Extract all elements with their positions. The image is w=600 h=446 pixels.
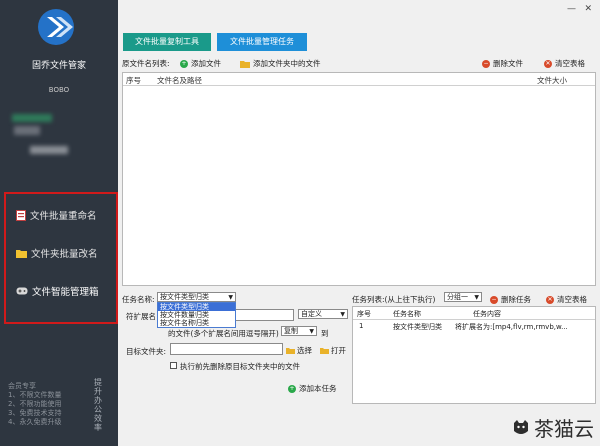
ext-note: 的文件(多个扩展名间用逗号隔开) [168,329,279,338]
blurred-info [12,114,52,122]
user-name: BOBO [48,86,70,94]
clear-icon: ✕ [544,59,552,68]
app-logo-icon [38,9,74,45]
to-text: 到 [321,329,329,338]
nav-item-label: 文件智能管理箱 [32,287,99,298]
add-folder-files-button[interactable]: 添加文件夹中的文件 [240,58,321,69]
task-row-content[interactable]: 将扩展名为:[mp4,flv,rm,rmvb,w... [455,322,568,332]
custom-select-value: 自定义 [301,310,322,318]
task-row-no[interactable]: 1 [359,322,363,330]
delete-file-button[interactable]: − 删除文件 [482,58,523,69]
delete-task-button[interactable]: − 删除任务 [490,294,531,305]
add-task-button[interactable]: + 添加本任务 [288,383,337,394]
column-header: 任务名称 [393,310,421,318]
promo-vertical-text: 提升办公效率 [94,378,102,432]
clear-table-button[interactable]: ✕ 清空表格 [544,58,585,69]
clear-target-checkbox[interactable] [170,362,177,369]
file-list-table[interactable]: 序号 文件名及路径 文件大小 [122,72,596,286]
dropdown-option[interactable]: 按文件类型归类 [158,303,235,311]
tab-batch-task[interactable]: 文件批量管理任务 [217,33,307,51]
app-name: 固乔文件管家 [31,61,86,71]
copy-select-value: 复制 [284,327,298,335]
delete-icon: − [490,295,498,304]
watermark: 茶猫云 [512,413,594,442]
choose-label: 选择 [297,346,312,355]
group-select-value: 分组一 [447,293,468,301]
copy-select[interactable]: 复制 ▼ [281,326,317,336]
folder-search-icon [286,348,295,354]
chevron-down-icon: ▼ [340,311,345,318]
task-row-name[interactable]: 按文件类型归类 [393,322,442,332]
close-button[interactable]: ✕ [584,4,592,14]
target-folder-label: 目标文件夹: [126,347,167,356]
delete-file-label: 删除文件 [493,59,523,68]
column-header: 任务内容 [473,310,501,318]
task-name-label: 任务名称: [122,295,155,304]
promo-line: 4、永久免费升级 [8,418,62,426]
blurred-info [30,146,68,154]
promo-line: 1、不限文件数量 [8,391,62,399]
task-name-value: 按文件类型归类 [160,293,209,301]
blurred-info [14,126,40,135]
folder-icon [240,60,250,68]
vip-promo: 会员专享 1、不限文件数量 2、不限功能使用 3、免费技术支持 4、永久免费升级 [8,382,88,427]
delete-icon: − [482,59,490,68]
cat-logo-icon [514,419,528,434]
sidebar: 固乔文件管家 BOBO 文件批量重命名 文件夹批量改名 文件智能管理箱 会员专享… [0,0,118,446]
open-label: 打开 [331,346,346,355]
nav-item-label: 文件夹批量改名 [31,249,98,260]
add-file-label: 添加文件 [191,59,221,68]
add-icon: + [288,384,296,393]
dropdown-option[interactable]: 按文件名称归类 [158,319,235,327]
task-list-table[interactable]: 序号 任务名称 任务内容 1 按文件类型归类 将扩展名为:[mp4,flv,rm… [352,306,596,404]
add-task-label: 添加本任务 [299,384,337,393]
open-folder-button[interactable]: 打开 [320,345,346,356]
nav-item-folder-rename[interactable]: 文件夹批量改名 [16,246,98,260]
promo-line: 3、免费技术支持 [8,409,62,417]
add-icon: + [180,59,188,68]
main-panel: — ✕ 文件批量复制工具 文件批量管理任务 原文件名列表: + 添加文件 添加文… [118,0,600,446]
clear-task-table-button[interactable]: ✕ 清空表格 [546,294,587,305]
promo-line: 会员专享 [8,382,36,390]
delete-task-label: 删除任务 [501,295,531,304]
target-folder-input[interactable] [170,343,283,355]
chevron-down-icon: ▼ [309,328,314,335]
header-divider [353,319,595,320]
rename-file-icon [16,209,26,221]
gamepad-icon [16,287,28,295]
nav-item-smart-manager[interactable]: 文件智能管理箱 [16,284,99,298]
file-list-label: 原文件名列表: [122,59,170,68]
task-list-label: 任务列表:(从上往下执行) [352,295,436,304]
promo-line: 2、不限功能使用 [8,400,62,408]
task-name-select[interactable]: 按文件类型归类 ▼ [157,292,236,302]
column-header: 序号 [357,310,371,318]
choose-folder-button[interactable]: 选择 [286,345,312,356]
custom-select[interactable]: 自定义 ▼ [298,309,348,319]
clear-target-label: 执行前先删除原目标文件夹中的文件 [180,362,300,371]
dropdown-option[interactable]: 按文件数量归类 [158,311,235,319]
file-list-toolbar: 原文件名列表: + 添加文件 添加文件夹中的文件 − 删除文件 ✕ 清空表格 [122,58,596,70]
chevron-down-icon: ▼ [228,294,233,301]
clear-icon: ✕ [546,295,554,304]
watermark-text: 茶猫云 [534,417,594,441]
folder-open-icon [320,348,329,354]
add-folder-files-label: 添加文件夹中的文件 [253,59,321,68]
task-name-dropdown[interactable]: 按文件类型归类 按文件数量归类 按文件名称归类 [157,302,236,328]
tab-batch-copy[interactable]: 文件批量复制工具 [123,33,211,51]
minimize-button[interactable]: — [567,4,576,14]
ext-label: 符扩展名 [126,312,156,321]
group-select[interactable]: 分组一 ▼ [444,292,482,302]
nav-item-batch-rename[interactable]: 文件批量重命名 [16,208,97,222]
nav-item-label: 文件批量重命名 [30,211,97,222]
folder-icon [16,249,27,258]
header-divider [123,85,595,86]
clear-task-table-label: 清空表格 [557,295,587,304]
clear-table-label: 清空表格 [555,59,585,68]
chevron-down-icon: ▼ [474,294,479,301]
add-file-button[interactable]: + 添加文件 [180,58,221,69]
